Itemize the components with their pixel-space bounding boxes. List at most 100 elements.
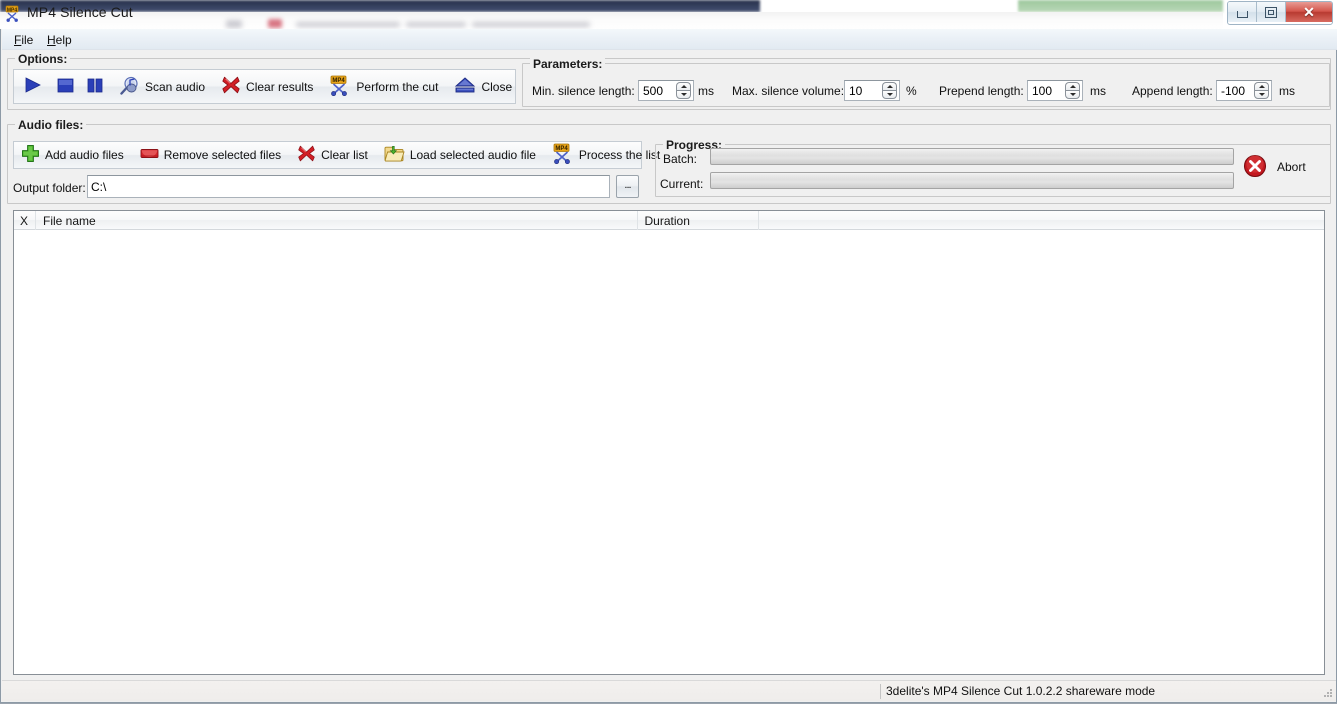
current-progress-bar xyxy=(710,172,1234,189)
process-the-list-label: Process the list xyxy=(578,148,661,162)
remove-selected-files-button[interactable]: Remove selected files xyxy=(133,142,288,168)
green-plus-icon xyxy=(21,144,40,166)
stepper-down[interactable] xyxy=(882,90,897,99)
file-list-body[interactable] xyxy=(14,230,1324,674)
status-text: 3delite's MP4 Silence Cut 1.0.2.2 sharew… xyxy=(886,684,1156,698)
scan-audio-label: Scan audio xyxy=(145,79,206,94)
open-folder-icon xyxy=(384,144,405,166)
red-x-icon xyxy=(221,75,241,98)
window-controls: ✕ xyxy=(1227,1,1333,25)
options-legend: Options: xyxy=(15,52,71,66)
red-minus-icon xyxy=(140,146,159,164)
clear-results-label: Clear results xyxy=(246,79,314,94)
audio-files-legend: Audio files: xyxy=(15,118,87,132)
svg-text:MP4: MP4 xyxy=(333,78,346,84)
stop-icon xyxy=(55,75,75,98)
max-silence-volume-label: Max. silence volume: xyxy=(732,84,845,98)
resize-grip[interactable] xyxy=(1321,687,1333,699)
close-icon: ✕ xyxy=(1303,4,1315,20)
perform-the-cut-label: Perform the cut xyxy=(356,79,439,94)
pause-icon xyxy=(85,75,105,98)
max-silence-volume-unit: % xyxy=(906,84,917,98)
minimize-icon xyxy=(1236,10,1248,18)
mp4-scissors-icon: MP4 xyxy=(552,143,574,167)
app-icon: MP4 xyxy=(5,5,22,22)
current-progress-label: Current: xyxy=(660,177,704,191)
maximize-button[interactable] xyxy=(1257,2,1286,22)
svg-text:MP4: MP4 xyxy=(555,146,568,152)
scan-audio-button[interactable]: Scan audio xyxy=(112,70,212,103)
red-x-icon xyxy=(297,144,316,166)
stepper-up[interactable] xyxy=(1254,82,1269,90)
max-silence-volume-spinner[interactable]: 10 xyxy=(844,80,900,101)
mp4-scissors-icon: MP4 xyxy=(329,75,351,99)
menu-item-file[interactable]: File xyxy=(9,32,38,48)
application-window: MP4 MP4 Silence Cut ✕ File Help Options:… xyxy=(0,0,1337,703)
play-button[interactable] xyxy=(14,70,50,103)
client-area: File Help Options: Scan audio Clear resu… xyxy=(0,29,1337,703)
red-circle-x-icon xyxy=(1243,154,1267,181)
stepper-up[interactable] xyxy=(676,82,691,90)
prepend-length-stepper[interactable] xyxy=(1065,82,1080,99)
batch-progress-bar xyxy=(710,148,1234,165)
append-length-unit: ms xyxy=(1279,84,1295,98)
prepend-length-spinner[interactable]: 100 xyxy=(1027,80,1083,101)
window-title: MP4 Silence Cut xyxy=(27,4,133,20)
stepper-up[interactable] xyxy=(1065,82,1080,90)
audio-files-toolbar: Add audio files Remove selected files Cl… xyxy=(13,141,660,169)
parameters-legend: Parameters: xyxy=(530,57,606,71)
min-silence-length-label: Min. silence length: xyxy=(532,84,635,98)
menu-bar: File Help xyxy=(2,29,1337,50)
prepend-length-unit: ms xyxy=(1090,84,1106,98)
append-length-label: Append length: xyxy=(1132,84,1213,98)
stepper-down[interactable] xyxy=(1254,90,1269,99)
options-toolbar: Scan audio Clear results MP4 Perform the… xyxy=(13,69,516,104)
minimize-button[interactable] xyxy=(1228,2,1257,22)
output-folder-input[interactable]: C:\ xyxy=(87,175,610,198)
menu-item-file-label: ile xyxy=(21,33,34,47)
eject-icon xyxy=(454,75,476,98)
clear-list-button[interactable]: Clear list xyxy=(290,142,375,168)
status-divider xyxy=(880,684,881,699)
column-header-duration[interactable]: Duration xyxy=(638,211,760,230)
output-folder-label: Output folder: xyxy=(13,181,86,195)
clear-results-button[interactable]: Clear results xyxy=(214,70,320,103)
min-silence-length-unit: ms xyxy=(698,84,714,98)
min-silence-length-spinner[interactable]: 500 xyxy=(638,80,694,101)
add-audio-files-button[interactable]: Add audio files xyxy=(14,142,131,168)
maximize-icon xyxy=(1265,6,1277,18)
close-toolbar-label: Close xyxy=(481,79,513,94)
pause-button[interactable] xyxy=(80,70,110,103)
file-list[interactable]: X File name Duration xyxy=(13,210,1325,675)
append-length-spinner[interactable]: -100 xyxy=(1216,80,1272,101)
process-the-list-button[interactable]: MP4 Process the list xyxy=(545,142,667,168)
column-header-extra[interactable] xyxy=(759,211,1324,230)
abort-button[interactable]: Abort xyxy=(1243,154,1306,180)
prepend-length-label: Prepend length: xyxy=(939,84,1024,98)
status-bar: 3delite's MP4 Silence Cut 1.0.2.2 sharew… xyxy=(2,680,1336,701)
magnifier-audio-icon xyxy=(119,75,140,99)
perform-the-cut-button[interactable]: MP4 Perform the cut xyxy=(322,70,445,103)
output-folder-browse-button[interactable]: ... xyxy=(616,175,639,198)
title-bar: MP4 MP4 Silence Cut ✕ xyxy=(0,0,1337,29)
menu-item-help[interactable]: Help xyxy=(42,32,77,48)
stepper-down[interactable] xyxy=(1065,90,1080,99)
column-header-file-name[interactable]: File name xyxy=(36,211,638,230)
clear-list-label: Clear list xyxy=(321,148,368,162)
menu-item-help-label: elp xyxy=(55,33,72,47)
file-list-header: X File name Duration xyxy=(14,211,1324,230)
remove-selected-files-label: Remove selected files xyxy=(163,148,282,162)
stepper-up[interactable] xyxy=(882,82,897,90)
append-length-stepper[interactable] xyxy=(1254,82,1269,99)
stepper-down[interactable] xyxy=(676,90,691,99)
stop-button[interactable] xyxy=(50,70,80,103)
add-audio-files-label: Add audio files xyxy=(45,148,124,162)
close-window-button[interactable]: ✕ xyxy=(1286,2,1332,22)
abort-label: Abort xyxy=(1277,160,1306,174)
column-header-x[interactable]: X xyxy=(14,211,36,230)
min-silence-length-stepper[interactable] xyxy=(676,82,691,99)
close-toolbar-button[interactable]: Close xyxy=(447,70,519,103)
load-selected-audio-file-button[interactable]: Load selected audio file xyxy=(377,142,543,168)
max-silence-volume-stepper[interactable] xyxy=(882,82,897,99)
svg-text:MP4: MP4 xyxy=(7,7,18,13)
